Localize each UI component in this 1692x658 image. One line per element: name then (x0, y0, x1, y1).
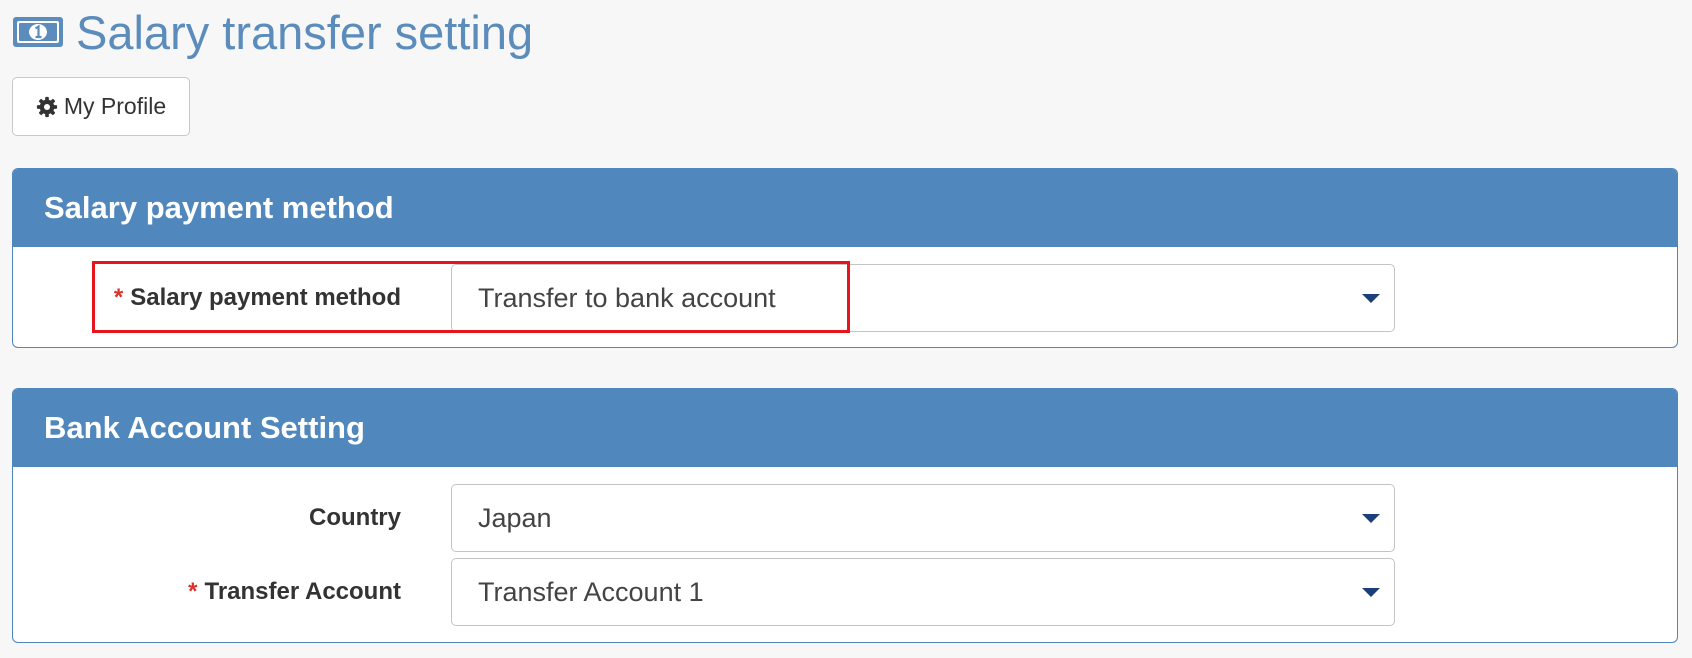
salary-payment-method-label: * Salary payment method (114, 264, 401, 332)
salary-payment-method-select[interactable]: Transfer to bank account (451, 264, 1395, 332)
transfer-account-row: * Transfer Account Transfer Account 1 (13, 558, 1677, 626)
country-label: Country (302, 484, 401, 552)
bank-account-panel: Bank Account Setting Country Japan * Tra… (12, 388, 1678, 643)
salary-payment-panel-header: Salary payment method (13, 169, 1677, 247)
country-row: Country Japan (13, 484, 1677, 552)
transfer-account-label: * Transfer Account (188, 558, 401, 626)
salary-payment-method-row: * Salary payment method Transfer to bank… (13, 264, 1677, 332)
page-title-text: Salary transfer setting (76, 5, 534, 59)
required-marker: * (188, 578, 198, 605)
transfer-account-value: Transfer Account 1 (478, 576, 704, 607)
gear-icon (36, 96, 57, 117)
country-select[interactable]: Japan (451, 484, 1395, 552)
page-title: Salary transfer setting (12, 2, 533, 62)
salary-payment-method-value: Transfer to bank account (478, 282, 776, 313)
country-value: Japan (478, 502, 552, 533)
my-profile-button[interactable]: My Profile (12, 77, 190, 136)
my-profile-label: My Profile (63, 93, 167, 119)
required-marker: * (113, 284, 124, 311)
page: Salary transfer setting My Profile Salar… (0, 0, 1692, 658)
transfer-account-label-text: Transfer Account (204, 578, 402, 605)
money-bill-icon (13, 17, 63, 47)
salary-payment-method-label-text: Salary payment method (130, 284, 401, 311)
chevron-down-icon (1362, 588, 1380, 597)
chevron-down-icon (1362, 514, 1380, 523)
country-label-text: Country (309, 504, 401, 531)
chevron-down-icon (1362, 294, 1380, 303)
bank-account-panel-header: Bank Account Setting (13, 389, 1677, 467)
salary-payment-panel: Salary payment method * Salary payment m… (12, 168, 1678, 348)
transfer-account-select[interactable]: Transfer Account 1 (451, 558, 1395, 626)
